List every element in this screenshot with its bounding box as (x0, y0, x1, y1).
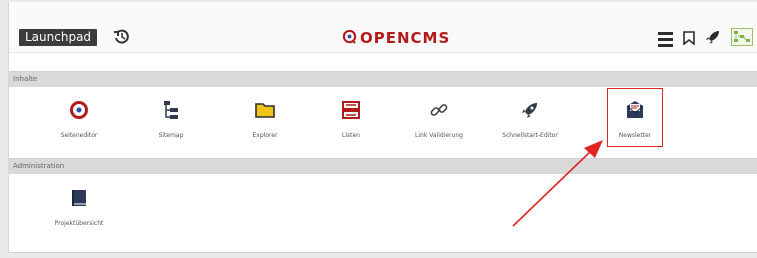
launchpad-window: Launchpad OPENCMS Inhalte Seiteneditor S… (8, 2, 757, 253)
callout-arrow (512, 140, 603, 227)
